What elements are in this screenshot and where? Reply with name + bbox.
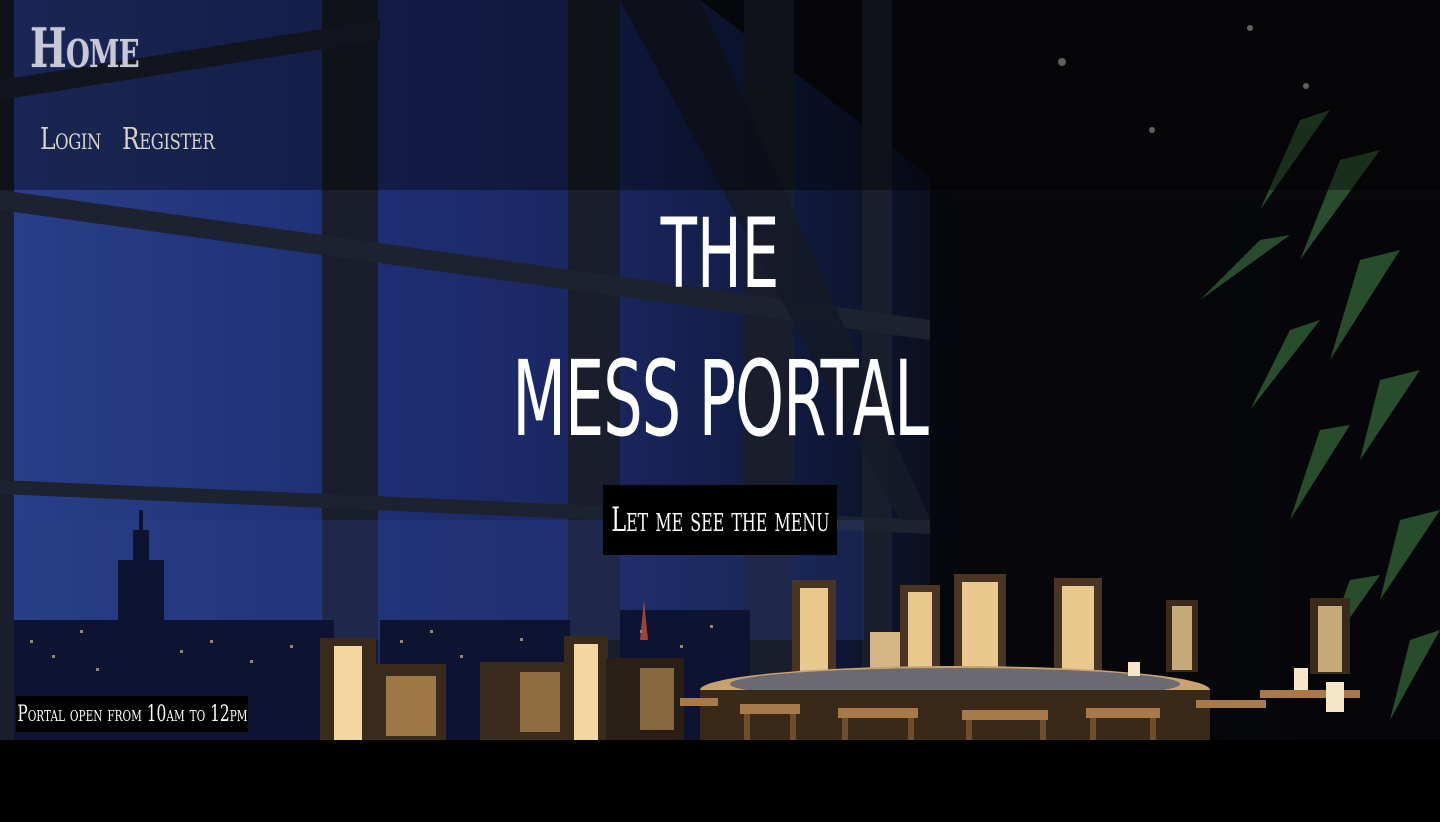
home-link[interactable]: Home bbox=[30, 16, 140, 80]
footer-band bbox=[0, 740, 1440, 822]
nav-register-link[interactable]: Register bbox=[122, 122, 215, 157]
site-header: Home Login Register bbox=[0, 0, 1440, 190]
nav-login-link[interactable]: Login bbox=[40, 122, 101, 157]
portal-hours-text: Portal open from 10am to 12pm bbox=[16, 701, 248, 727]
portal-hours-badge: Portal open from 10am to 12pm bbox=[16, 696, 248, 732]
nav-bar: Login Register bbox=[40, 122, 241, 157]
hero-title-line-1: the bbox=[660, 198, 780, 310]
view-menu-button-label: Let me see the menu bbox=[610, 500, 830, 540]
view-menu-button[interactable]: Let me see the menu bbox=[603, 485, 837, 555]
page: Home Login Register the mess portal Let … bbox=[0, 0, 1440, 822]
hero-title-line-2: mess portal bbox=[512, 338, 929, 460]
